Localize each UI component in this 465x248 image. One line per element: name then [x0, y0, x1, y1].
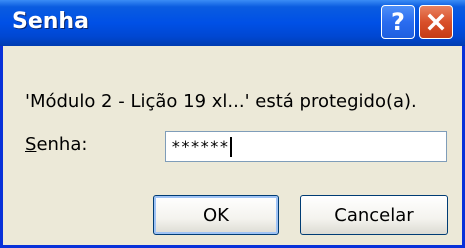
- ok-button[interactable]: OK: [153, 195, 279, 235]
- password-label-accelerator: S: [25, 134, 37, 155]
- text-caret: [229, 136, 232, 157]
- password-label: Senha:: [25, 134, 87, 155]
- close-button[interactable]: [419, 5, 453, 39]
- ok-button-label: OK: [203, 204, 229, 226]
- cancel-button[interactable]: Cancelar: [300, 195, 448, 235]
- title-bar[interactable]: Senha ?: [0, 0, 465, 46]
- help-button[interactable]: ?: [381, 5, 415, 39]
- password-mask: ******: [171, 137, 229, 156]
- password-field[interactable]: ******: [165, 131, 447, 162]
- password-label-text: enha:: [36, 134, 88, 155]
- cancel-button-label: Cancelar: [334, 204, 414, 226]
- help-icon: ?: [391, 8, 405, 36]
- protected-message: 'Módulo 2 - Lição 19 xl...' está protegi…: [25, 91, 417, 112]
- dialog-title: Senha: [12, 9, 89, 34]
- password-dialog: Senha ? 'Módulo 2 - Lição 19 xl...' está…: [0, 0, 465, 248]
- close-icon: [427, 13, 445, 31]
